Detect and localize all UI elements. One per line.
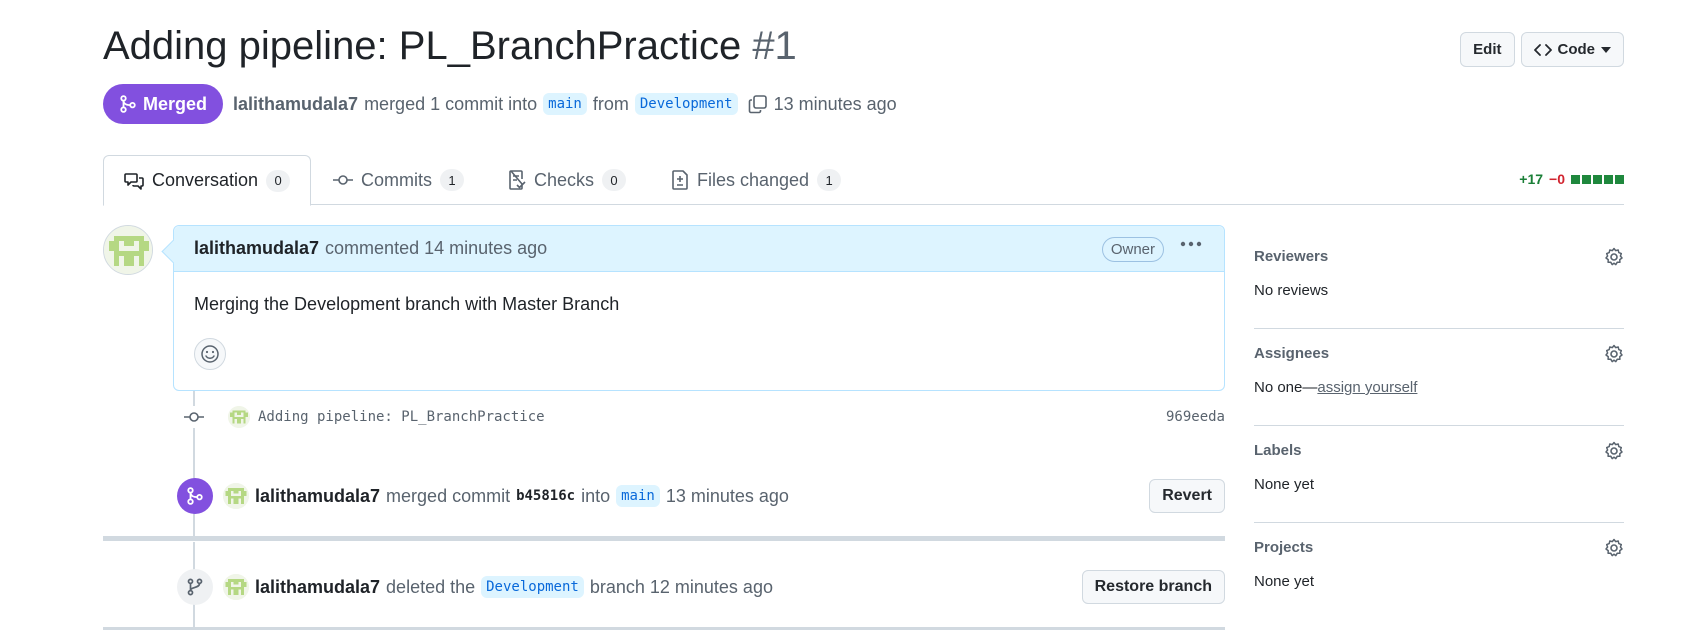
projects-title: Projects (1254, 539, 1314, 556)
pr-number: #1 (752, 24, 797, 68)
commit-sha[interactable]: 969eeda (1166, 409, 1225, 425)
merge-commit-sha[interactable]: b45816c (516, 488, 575, 504)
sidebar-labels: Labels None yet (1254, 426, 1624, 523)
avatar[interactable] (223, 483, 249, 509)
assignees-title: Assignees (1254, 345, 1330, 362)
merged-state-badge: Merged (103, 84, 224, 124)
edit-button-label: Edit (1473, 41, 1502, 58)
merge-event-into: into (581, 485, 611, 506)
sidebar-projects: Projects None yet (1254, 523, 1624, 620)
gear-icon[interactable] (1604, 538, 1624, 563)
code-icon (1533, 43, 1552, 56)
labels-title: Labels (1254, 442, 1302, 459)
delete-event-time: branch 12 minutes ago (589, 576, 773, 597)
git-branch-icon (177, 569, 213, 605)
reviewers-title: Reviewers (1254, 248, 1329, 265)
avatar[interactable] (103, 225, 153, 275)
comment-author[interactable]: lalithamudala7 (194, 238, 319, 259)
tab-files-count: 1 (817, 169, 842, 191)
from-text: from (592, 93, 629, 114)
timeline-separator (103, 536, 1225, 541)
sidebar-reviewers: Reviewers No reviews (1254, 232, 1624, 329)
git-commit-icon (183, 406, 205, 428)
tab-checks[interactable]: Checks 0 (488, 155, 646, 205)
deleted-branch: Development (481, 576, 584, 598)
comment-discussion-icon (124, 172, 144, 190)
projects-value: None yet (1254, 573, 1315, 590)
comment-body: Merging the Development branch with Mast… (194, 294, 620, 314)
header-actions: Edit Code (1460, 32, 1624, 67)
avatar[interactable] (223, 574, 249, 600)
assignees-value: No one—assign yourself (1254, 379, 1417, 396)
tab-conversation-count: 0 (266, 169, 291, 192)
code-button-label: Code (1557, 41, 1596, 58)
git-merge-icon (120, 95, 136, 113)
revert-button-label: Revert (1162, 487, 1212, 504)
copy-icon[interactable] (748, 94, 768, 114)
pr-tabs: Conversation 0 Commits 1 Checks 0 Files … (103, 155, 1624, 206)
assign-yourself-link[interactable]: assign yourself (1317, 379, 1417, 396)
merge-event-branch[interactable]: main (616, 485, 660, 507)
delete-branch-event: lalithamudala7 deleted the Development b… (177, 567, 1225, 607)
tab-conversation-label: Conversation (152, 170, 259, 190)
head-branch[interactable]: Development (634, 93, 738, 115)
pr-title-text: Adding pipeline: PL_BranchPractice (103, 24, 742, 68)
base-branch[interactable]: main (543, 93, 587, 115)
gear-icon[interactable] (1604, 441, 1624, 466)
git-merge-icon (177, 478, 213, 514)
merge-event-text: merged commit (386, 485, 511, 506)
tab-commits-count: 1 (440, 169, 464, 191)
merge-time: 13 minutes ago (773, 93, 897, 114)
tab-files-label: Files changed (697, 169, 810, 190)
diffstat-blocks (1571, 174, 1624, 184)
restore-branch-label: Restore branch (1094, 578, 1212, 595)
tab-commits[interactable]: Commits 1 (313, 155, 484, 205)
delete-event-author[interactable]: lalithamudala7 (255, 577, 380, 598)
pr-meta: Merged lalithamudala7 merged 1 commit in… (103, 84, 897, 124)
diffstat: +17 −0 (1519, 171, 1624, 187)
tab-conversation[interactable]: Conversation 0 (103, 155, 312, 206)
checklist-icon (509, 170, 526, 190)
edit-button[interactable]: Edit (1460, 32, 1515, 67)
diffstat-additions: +17 (1519, 171, 1544, 187)
diffstat-deletions: −0 (1549, 171, 1565, 187)
tab-checks-label: Checks (534, 169, 595, 190)
restore-branch-button[interactable]: Restore branch (1081, 570, 1225, 604)
git-commit-icon (333, 175, 353, 185)
gear-icon[interactable] (1604, 344, 1624, 369)
labels-value: None yet (1254, 476, 1315, 493)
add-reaction-button[interactable] (194, 338, 226, 370)
pr-sidebar: Reviewers No reviews Assignees No one—as… (1254, 232, 1624, 620)
delete-event-text: deleted the (386, 576, 476, 597)
tab-checks-count: 0 (602, 169, 627, 191)
avatar[interactable] (228, 406, 250, 428)
tab-files-changed[interactable]: Files changed 1 (651, 155, 861, 205)
merged-state-label: Merged (143, 93, 208, 114)
owner-badge: Owner (1101, 237, 1164, 262)
smiley-icon (201, 345, 219, 363)
code-button[interactable]: Code (1520, 32, 1624, 67)
assignees-none: No one— (1254, 379, 1318, 396)
sidebar-assignees: Assignees No one—assign yourself (1254, 329, 1624, 426)
commit-row: Adding pipeline: PL_BranchPractice 969ee… (183, 404, 1225, 430)
merged-text: merged 1 commit into (364, 93, 538, 114)
comment-action: commented 14 minutes ago (325, 238, 548, 258)
reviewers-value: No reviews (1254, 282, 1329, 299)
pr-description-comment: lalithamudala7 commented 14 minutes ago … (173, 225, 1225, 391)
merge-event: lalithamudala7 merged commit b45816c int… (177, 476, 1225, 516)
caret-down-icon (1601, 46, 1611, 53)
gear-icon[interactable] (1604, 247, 1624, 272)
kebab-horizontal-icon[interactable] (1180, 241, 1202, 247)
file-diff-icon (672, 170, 688, 190)
merge-event-time: 13 minutes ago (665, 485, 789, 506)
tab-commits-label: Commits (361, 169, 432, 190)
pr-title: Adding pipeline: PL_BranchPractice #1 (103, 24, 797, 69)
commit-message[interactable]: Adding pipeline: PL_BranchPractice (258, 409, 545, 425)
comment-header: lalithamudala7 commented 14 minutes ago … (174, 226, 1224, 272)
pr-author-link[interactable]: lalithamudala7 (233, 94, 358, 115)
merge-event-author[interactable]: lalithamudala7 (255, 486, 380, 507)
revert-button[interactable]: Revert (1149, 479, 1225, 513)
